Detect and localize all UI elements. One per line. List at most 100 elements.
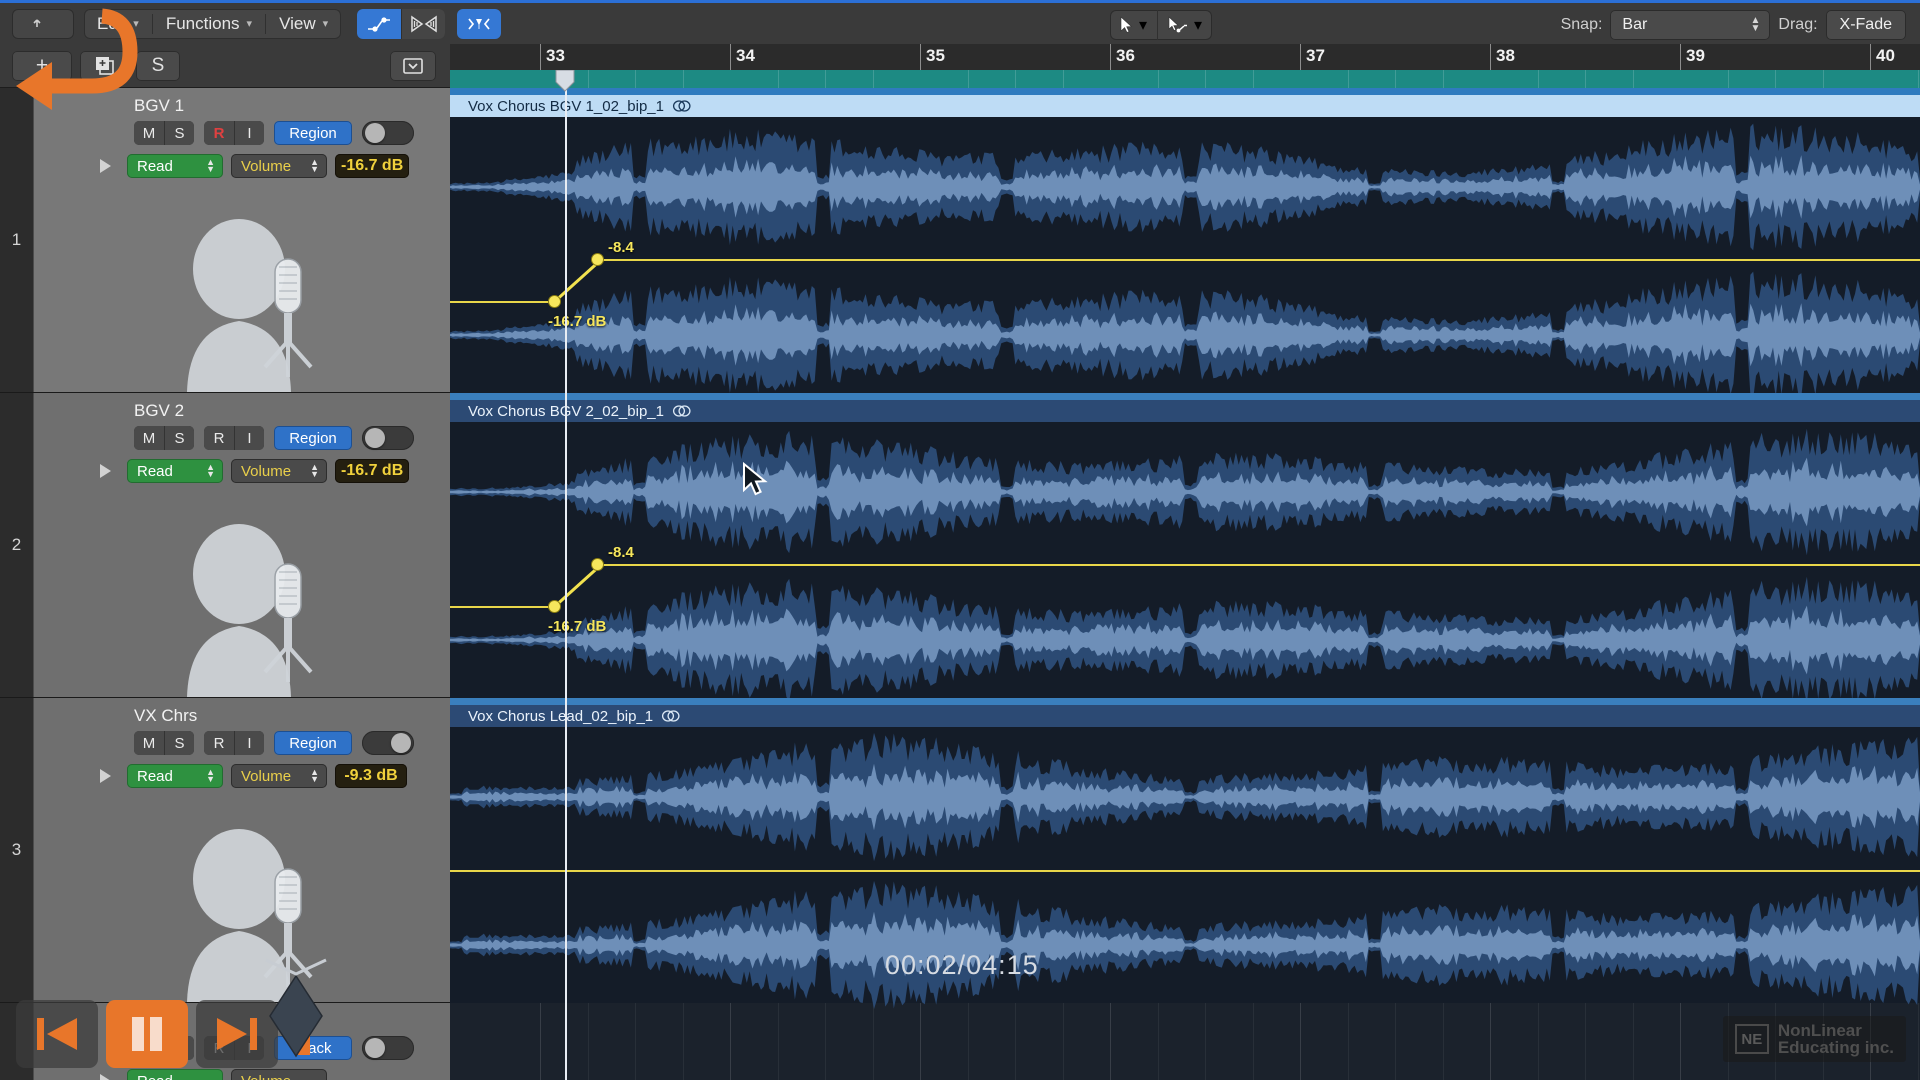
duplicate-track-button[interactable] xyxy=(80,51,130,81)
automation-toggle[interactable] xyxy=(362,731,414,755)
automation-row: Read Volume xyxy=(100,1069,327,1080)
watermark-text: NonLinear Educating inc. xyxy=(1778,1022,1894,1056)
automation-line-flat-end[interactable] xyxy=(596,259,1920,261)
menu-group: Edit ▾ Functions ▾ View ▾ xyxy=(84,8,342,39)
solo-button[interactable]: S xyxy=(164,731,194,755)
automation-mode-select[interactable]: Read xyxy=(127,1069,223,1080)
pointer-tool-button[interactable]: ▾ xyxy=(1110,10,1157,40)
automation-start-label: -16.7 dB xyxy=(548,618,607,635)
cycle-tick xyxy=(1205,70,1206,88)
add-track-button[interactable]: + xyxy=(12,51,72,81)
track-name[interactable]: BGV 2 xyxy=(134,401,184,421)
chevron-down-icon: ▾ xyxy=(246,18,253,30)
playhead-line xyxy=(564,88,567,1080)
automation-point-end[interactable] xyxy=(592,559,603,570)
disclosure-triangle-icon[interactable] xyxy=(100,769,111,783)
automation-param-select[interactable]: Volume ▲ ▼ xyxy=(231,459,327,483)
region-header[interactable]: Vox Chorus BGV 1_02_bip_1 xyxy=(450,95,1920,117)
disclosure-triangle-icon[interactable] xyxy=(100,159,111,173)
automation-param-select[interactable]: Volume ▲ ▼ xyxy=(231,764,327,788)
automation-db-value[interactable]: -16.7 dB xyxy=(335,154,410,178)
playhead-marker-icon[interactable] xyxy=(555,70,575,92)
automation-scope-button[interactable]: Region xyxy=(274,121,352,145)
stop-marker[interactable] xyxy=(298,1013,310,1055)
automation-point-end[interactable] xyxy=(592,254,603,265)
snap-drag-area: Snap: Bar ▲ ▼ Drag: X-Fade xyxy=(1561,10,1906,40)
flex-time-button[interactable] xyxy=(401,8,446,39)
automation-line-flat-end[interactable] xyxy=(596,564,1920,566)
disclosure-triangle-icon[interactable] xyxy=(100,464,111,478)
track-name[interactable]: BGV 1 xyxy=(134,96,184,116)
record-button[interactable]: R xyxy=(204,731,234,755)
automation-toggle[interactable] xyxy=(362,1036,414,1060)
automation-db-value[interactable]: -16.7 dB xyxy=(335,459,410,483)
cycle-tick xyxy=(777,70,779,88)
region-waveform-body[interactable] xyxy=(450,727,1920,1010)
rewind-button[interactable] xyxy=(16,1000,98,1068)
solo-button[interactable]: S xyxy=(164,121,194,145)
menu-edit[interactable]: Edit ▾ xyxy=(84,9,152,39)
region-waveform-body[interactable]: -8.4 -16.7 dB xyxy=(450,422,1920,704)
ruler-bar-label: 36 xyxy=(1116,46,1135,65)
automation-toggle[interactable] xyxy=(362,121,414,145)
snap-select[interactable]: Bar ▲ ▼ xyxy=(1610,10,1771,40)
automation-line-flat-start[interactable] xyxy=(450,606,555,608)
stereo-icon xyxy=(672,405,691,417)
automation-line-flat-start[interactable] xyxy=(450,301,555,303)
region-header[interactable]: Vox Chorus Lead_02_bip_1 xyxy=(450,705,1920,727)
track-list: 1 BGV 1 M S R I Region Read ▲ ▼ Volume ▲… xyxy=(0,88,450,1080)
automation-scope-button[interactable]: Region xyxy=(274,731,352,755)
automation-mode-select[interactable]: Read ▲ ▼ xyxy=(127,154,223,178)
undo-button[interactable] xyxy=(12,8,74,39)
solo-all-button[interactable]: S xyxy=(136,51,180,81)
track-name[interactable]: VX Chrs xyxy=(134,706,197,726)
main-toolbar: Edit ▾ Functions ▾ View ▾ ▾ ▾ Snap: Bar … xyxy=(0,0,1920,44)
automation-curve-button[interactable] xyxy=(357,8,402,39)
automation-param-select[interactable]: Volume xyxy=(231,1069,327,1080)
automation-param-select[interactable]: Volume ▲ ▼ xyxy=(231,154,327,178)
input-button[interactable]: I xyxy=(234,121,264,145)
automation-point-start[interactable] xyxy=(549,296,560,307)
automation-tool-button[interactable]: ▾ xyxy=(1157,10,1212,40)
automation-db-value[interactable]: -9.3 dB xyxy=(335,764,407,788)
forward-button[interactable] xyxy=(196,1000,278,1068)
track-row-2[interactable]: 2 BGV 2 M S R I Region Read ▲ ▼ Volume ▲… xyxy=(0,393,450,698)
forward-icon xyxy=(217,1018,257,1050)
mute-button[interactable]: M xyxy=(134,121,164,145)
record-button[interactable]: R xyxy=(204,121,234,145)
input-button[interactable]: I xyxy=(234,731,264,755)
fade-tool-button[interactable] xyxy=(457,8,502,39)
region-header[interactable]: Vox Chorus BGV 2_02_bip_1 xyxy=(450,400,1920,422)
menu-functions[interactable]: Functions ▾ xyxy=(153,9,265,39)
mute-button[interactable]: M xyxy=(134,731,164,755)
track-row-3[interactable]: 3 VX Chrs M S R I Region Read ▲ ▼ Volume… xyxy=(0,698,450,1003)
record-button[interactable]: R xyxy=(204,426,234,450)
solo-button[interactable]: S xyxy=(164,426,194,450)
input-button[interactable]: I xyxy=(234,426,264,450)
track-row-1[interactable]: 1 BGV 1 M S R I Region Read ▲ ▼ Volume ▲… xyxy=(0,88,450,393)
cycle-tick xyxy=(872,70,874,88)
automation-param-value: Volume xyxy=(241,1073,291,1080)
automation-row: Read ▲ ▼ Volume ▲ ▼ -16.7 dB xyxy=(100,154,410,178)
automation-point-start[interactable] xyxy=(549,601,560,612)
view-config-button[interactable] xyxy=(390,51,436,81)
region-waveform-body[interactable]: -8.4 -16.7 dB xyxy=(450,117,1920,399)
cycle-tick xyxy=(1775,70,1776,88)
region-2[interactable]: Vox Chorus BGV 2_02_bip_1 -8.4 -16.7 xyxy=(450,400,1920,704)
menu-view[interactable]: View ▾ xyxy=(266,9,341,39)
pause-button[interactable] xyxy=(106,1000,188,1068)
region-1[interactable]: Vox Chorus BGV 1_02_bip_1 -8.4 -16.7 xyxy=(450,95,1920,399)
automation-scope-button[interactable]: Region xyxy=(274,426,352,450)
cycle-range-strip[interactable] xyxy=(450,70,1920,88)
timeline-ruler[interactable]: 33 34 35 36 37 38 39 40 xyxy=(450,44,1920,92)
automation-toggle[interactable] xyxy=(362,426,414,450)
drag-select[interactable]: X-Fade xyxy=(1825,10,1906,40)
automation-mode-select[interactable]: Read ▲ ▼ xyxy=(127,764,223,788)
arrange-area[interactable]: Vox Chorus BGV 1_02_bip_1 -8.4 -16.7 xyxy=(450,88,1920,1080)
disclosure-triangle-icon[interactable] xyxy=(100,1074,111,1080)
stereo-icon xyxy=(662,710,680,722)
mute-button[interactable]: M xyxy=(134,426,164,450)
automation-line-flat[interactable] xyxy=(450,870,1920,872)
region-3[interactable]: Vox Chorus Lead_02_bip_1 xyxy=(450,705,1920,1010)
automation-mode-select[interactable]: Read ▲ ▼ xyxy=(127,459,223,483)
